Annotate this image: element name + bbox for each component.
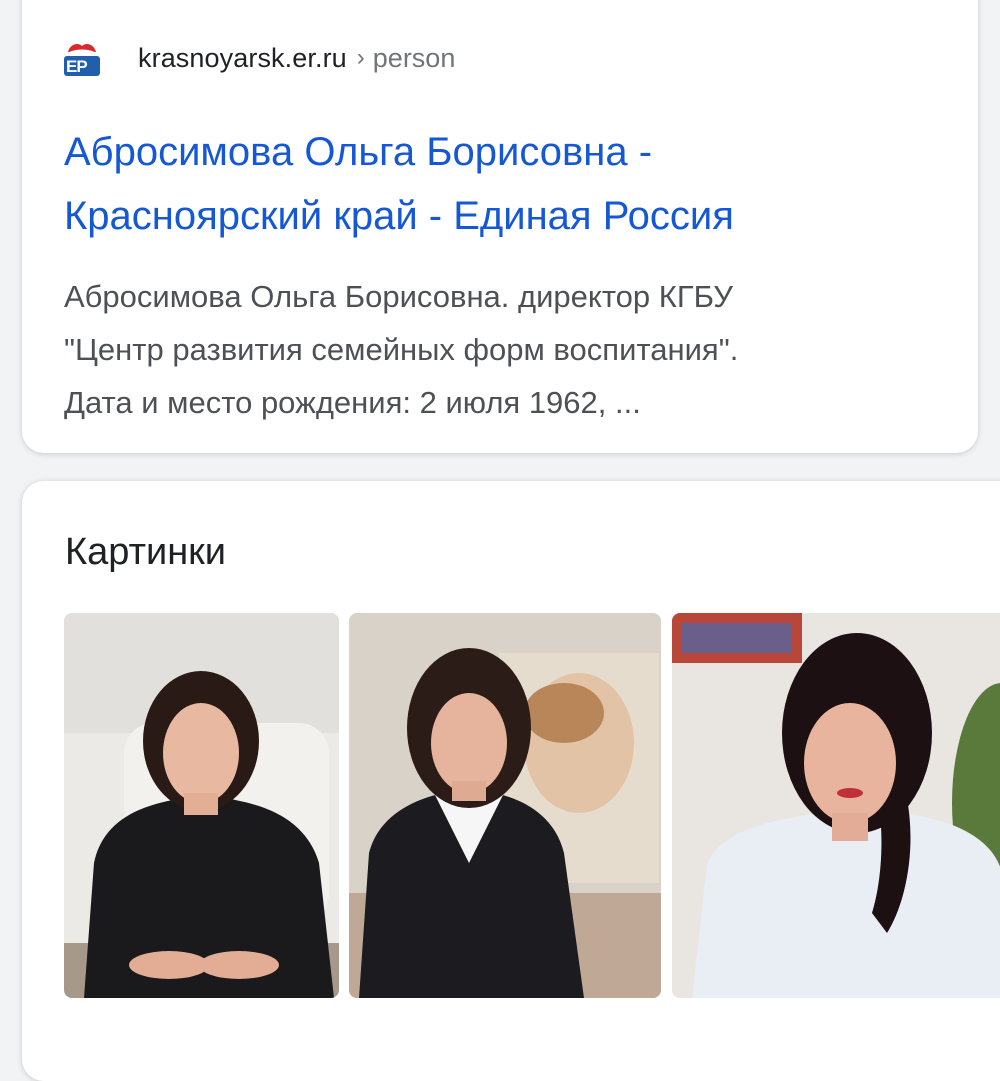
result-source[interactable]: ЕР krasnoyarsk.er.ru › person — [62, 38, 455, 78]
result-title-link[interactable]: Абросимова Ольга Борисовна - Красноярски… — [64, 120, 944, 248]
snippet-line-1: Абросимова Ольга Борисовна. директор КГБ… — [64, 279, 733, 314]
images-card: Картинки — [22, 481, 1000, 1081]
snippet-line-3: Дата и место рождения: 2 июля 1962, ... — [64, 385, 641, 420]
portrait-photo-icon — [672, 613, 1000, 998]
result-snippet: Абросимова Ольга Борисовна. директор КГБ… — [64, 270, 944, 429]
result-title-line-2: Красноярский край - Единая Россия — [64, 194, 734, 238]
portrait-photo-icon — [64, 613, 339, 998]
images-heading: Картинки — [65, 531, 227, 573]
snippet-line-2: "Центр развития семейных форм воспитания… — [64, 332, 739, 367]
image-thumbnail-2[interactable] — [349, 613, 661, 998]
portrait-photo-icon — [349, 613, 661, 998]
site-url: krasnoyarsk.er.ru — [138, 42, 347, 73]
image-thumbnail-3[interactable] — [672, 613, 1000, 998]
favicon-label: ЕР — [66, 57, 88, 76]
breadcrumb-separator: › — [356, 44, 365, 71]
site-path: person — [372, 42, 456, 73]
site-favicon-icon: ЕР — [62, 38, 102, 78]
result-title-line-1: Абросимова Ольга Борисовна - — [64, 130, 653, 174]
image-thumbnail-1[interactable] — [64, 613, 339, 998]
search-result-card: ЕР krasnoyarsk.er.ru › person Абросимова… — [22, 0, 978, 453]
